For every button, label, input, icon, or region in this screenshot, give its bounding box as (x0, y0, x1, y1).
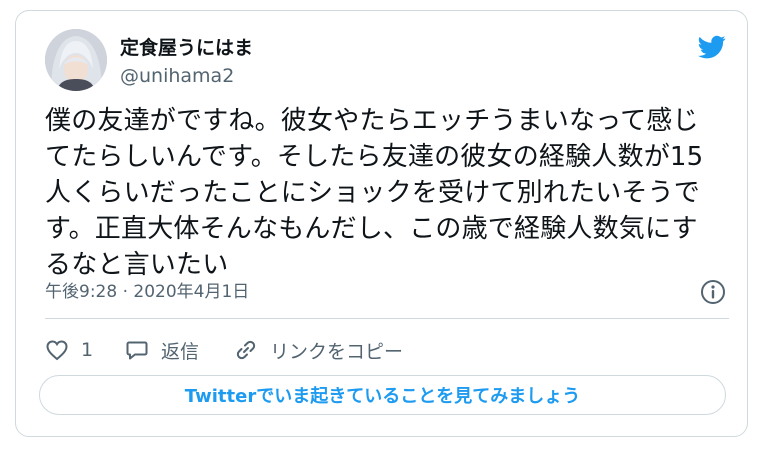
user-handle[interactable]: @unihama2 (120, 65, 234, 87)
avatar[interactable] (45, 29, 107, 91)
like-button[interactable]: 1 (45, 336, 93, 364)
tweet-card: 定食屋うにはま @unihama2 僕の友達がですね。彼女やたらエッチうまいなっ… (15, 10, 748, 437)
tweet-text: 僕の友達がですね。彼女やたらエッチうまいなって感じ てたらしいんです。そしたら友… (45, 106, 704, 280)
speech-bubble-icon (126, 341, 148, 360)
like-count: 1 (81, 339, 94, 361)
tweet-timestamp[interactable]: 午後9:28 · 2020年4月1日 (45, 281, 249, 303)
link-icon (236, 340, 256, 360)
divider (45, 318, 729, 319)
twitter-bird-icon[interactable] (696, 33, 728, 61)
info-icon[interactable] (700, 279, 726, 305)
copy-link-button[interactable]: リンクをコピー (234, 336, 403, 364)
reply-label: 返信 (161, 340, 200, 363)
reply-button[interactable]: 返信 (125, 336, 199, 364)
see-whats-happening-button[interactable]: Twitterでいま起きていることを見てみましょう (39, 375, 726, 415)
heart-icon (46, 340, 68, 361)
display-name[interactable]: 定食屋うにはま (120, 37, 253, 59)
copy-link-label: リンクをコピー (270, 340, 404, 363)
